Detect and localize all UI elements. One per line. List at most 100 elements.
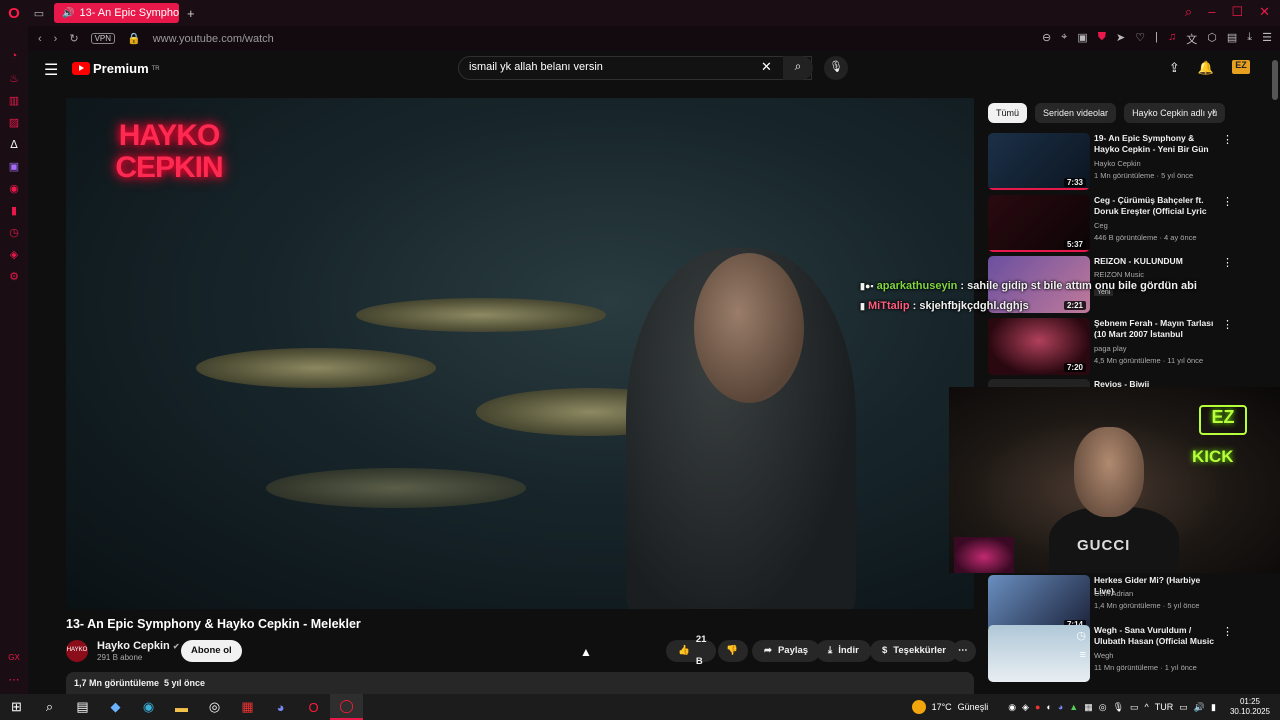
tray-app-icon[interactable]: ◈ — [1022, 702, 1029, 713]
rec-channel[interactable]: paga play — [1094, 344, 1127, 353]
task-view-icon[interactable]: ▤ — [66, 699, 99, 715]
list-item[interactable]: ◷ ≡ Wegh - Sana Vuruldum / Ulubath Hasan … — [988, 625, 1278, 683]
player-icon[interactable]: ◉ — [9, 182, 19, 195]
sun-icon[interactable] — [911, 700, 926, 714]
weather-desc[interactable]: Güneşli — [958, 702, 989, 712]
thanks-button[interactable]: $ Teşekkürler — [870, 640, 958, 662]
translate-icon[interactable]: 文 — [1186, 31, 1197, 47]
reload-icon[interactable]: ↻ — [69, 32, 78, 45]
rec-channel[interactable]: Wegh — [1094, 651, 1113, 660]
youtube-logo[interactable]: Premium TR — [72, 61, 160, 76]
more-vert-icon[interactable]: ⋮ — [1222, 318, 1233, 331]
weather-temp[interactable]: 17°C — [932, 702, 952, 712]
account-avatar[interactable]: EZ — [1232, 60, 1250, 74]
tray-app-icon[interactable]: ▦ — [1084, 702, 1093, 713]
more-vert-icon[interactable]: ⋮ — [1222, 133, 1233, 146]
scrollbar-thumb[interactable] — [1272, 60, 1278, 100]
edge-icon[interactable]: ◉ — [132, 699, 165, 715]
shield-icon[interactable]: ⛊ — [1098, 31, 1106, 47]
search-button[interactable]: ⌕ — [783, 56, 813, 80]
rec-channel[interactable]: Cem Adrian — [1094, 589, 1133, 598]
settings-icon[interactable]: ⚙ — [9, 270, 19, 283]
list-item[interactable]: 7:20 Şebnem Ferah - Mayın Tarlası (10 Ma… — [988, 318, 1278, 376]
close-button[interactable]: ✕ — [1259, 4, 1270, 20]
gx-control-icon[interactable]: ◔ — [11, 50, 18, 63]
language-indicator[interactable]: TUR — [1155, 702, 1174, 712]
video-thumbnail[interactable]: ◷ ≡ — [988, 625, 1090, 682]
minimize-button[interactable]: – — [1208, 4, 1215, 20]
rec-channel[interactable]: Ceg — [1094, 221, 1108, 230]
like-button[interactable]: 👍 21 B — [666, 634, 716, 667]
maximize-button[interactable]: ☐ — [1231, 4, 1243, 20]
scrollbar[interactable] — [1272, 60, 1278, 680]
list-item[interactable]: 5:37 Ceg - Çürümüş Bahçeler ft. Doruk Er… — [988, 195, 1278, 253]
extensions-icon[interactable]: ⬡ — [1207, 31, 1217, 47]
tab-islands-icon[interactable]: ▭ — [28, 7, 50, 20]
hot-tabs-icon[interactable]: ♨ — [9, 72, 19, 85]
back-icon[interactable]: ‹ — [38, 33, 42, 45]
subscribe-button[interactable]: Abone ol — [181, 640, 242, 662]
tray-app-icon[interactable]: ● — [1035, 702, 1040, 712]
opera-icon[interactable]: O — [297, 700, 330, 715]
channel-name[interactable]: Hayko Cepkin ✔ — [97, 640, 180, 652]
video-thumbnail[interactable]: 7:14 — [988, 575, 1090, 632]
url-field[interactable]: www.youtube.com/watch — [153, 33, 274, 45]
history-icon[interactable]: ◷ — [9, 226, 19, 239]
gx-corner-icon[interactable]: ▥ — [9, 94, 19, 107]
voicemeeter-icon[interactable]: ▦ — [231, 699, 264, 715]
add-queue-icon[interactable]: ≡ — [1080, 649, 1086, 661]
steam-icon[interactable]: ◉ — [1008, 702, 1016, 713]
download-button[interactable]: ⤓ İndir — [816, 640, 871, 662]
snapshot-icon[interactable]: ▣ — [1077, 31, 1087, 47]
search-tabs-icon[interactable]: ⌕ — [1185, 4, 1192, 20]
wallet-icon[interactable]: ▤ — [1227, 31, 1237, 47]
network-icon[interactable]: ▭ — [1179, 702, 1188, 713]
heart-icon[interactable]: ♡ — [1135, 31, 1145, 47]
chip-all[interactable]: Tümü — [988, 103, 1028, 123]
send-icon[interactable]: ➤ — [1116, 31, 1125, 47]
search-input[interactable]: ismail yk allah belanı versin — [458, 56, 812, 80]
mic-tray-icon[interactable]: 🎙 — [1113, 702, 1124, 713]
more-vert-icon[interactable]: ⋮ — [1222, 256, 1233, 269]
lock-icon[interactable]: 🔒 — [127, 32, 141, 45]
hamburger-icon[interactable]: ☰ — [44, 60, 58, 80]
aria-icon[interactable]: ᐃ — [10, 138, 18, 151]
chevron-right-icon[interactable]: › — [1212, 106, 1216, 118]
video-thumbnail[interactable]: 7:33 — [988, 133, 1090, 190]
chip-channel[interactable]: Hayko Cepkin adlı yü — [1124, 103, 1226, 123]
browser-tab-active[interactable]: 🔊 13- An Epic Symphony — [54, 3, 179, 23]
messenger-icon[interactable]: ▨ — [9, 116, 19, 129]
channel-avatar[interactable]: HAYKO — [66, 640, 88, 662]
search-icon[interactable]: ⌕ — [33, 699, 66, 715]
upload-icon[interactable]: ⇪ — [1169, 60, 1180, 76]
more-icon[interactable]: ⋯ — [9, 673, 20, 686]
pin-icon[interactable]: ⌖ — [1061, 31, 1067, 47]
copilot-icon[interactable]: ◆ — [99, 699, 132, 715]
tray-app-icon[interactable]: ▲ — [1069, 702, 1078, 712]
opera-logo-icon[interactable]: O — [0, 5, 28, 22]
video-thumbnail[interactable]: 5:37 — [988, 195, 1090, 252]
discord-icon[interactable]: ◕ — [264, 700, 297, 715]
description-box[interactable]: 1,7 Mn görüntüleme 5 yıl önce — [66, 672, 974, 694]
tray-app-icon[interactable]: ◎ — [1099, 702, 1107, 713]
speaker-icon[interactable]: 🔊 — [62, 8, 74, 19]
pinboard-icon[interactable]: ▮ — [11, 204, 17, 217]
new-tab-button[interactable]: + — [187, 6, 195, 21]
dislike-button[interactable]: 👎 — [718, 640, 748, 662]
download-icon[interactable]: ⤓ — [1247, 31, 1252, 47]
tray-app-icon[interactable]: ◐ — [1046, 702, 1051, 712]
rec-title[interactable]: Ceg - Çürümüş Bahçeler ft. Doruk Ereşter… — [1094, 195, 1216, 217]
video-thumbnail[interactable]: 7:20 — [988, 318, 1090, 375]
vpn-badge[interactable]: VPN — [90, 33, 116, 44]
file-explorer-icon[interactable]: ▬ — [165, 700, 198, 715]
list-item[interactable]: 7:33 19- An Epic Symphony & Hayko Cepkin… — [988, 133, 1278, 191]
chevron-up-icon[interactable]: ^ — [1145, 702, 1149, 712]
windows-start-icon[interactable]: ⊞ — [0, 699, 33, 715]
menu-icon[interactable]: ☰ — [1262, 31, 1272, 47]
twitch-icon[interactable]: ▣ — [9, 160, 19, 173]
audio-icon[interactable]: ♫ — [1168, 31, 1176, 47]
bell-icon[interactable]: 🔔 — [1198, 60, 1214, 76]
more-vert-icon[interactable]: ⋮ — [1222, 625, 1233, 638]
opera-gx-icon[interactable]: ◯ — [330, 694, 363, 720]
voice-search-button[interactable]: 🎙 — [824, 56, 848, 80]
